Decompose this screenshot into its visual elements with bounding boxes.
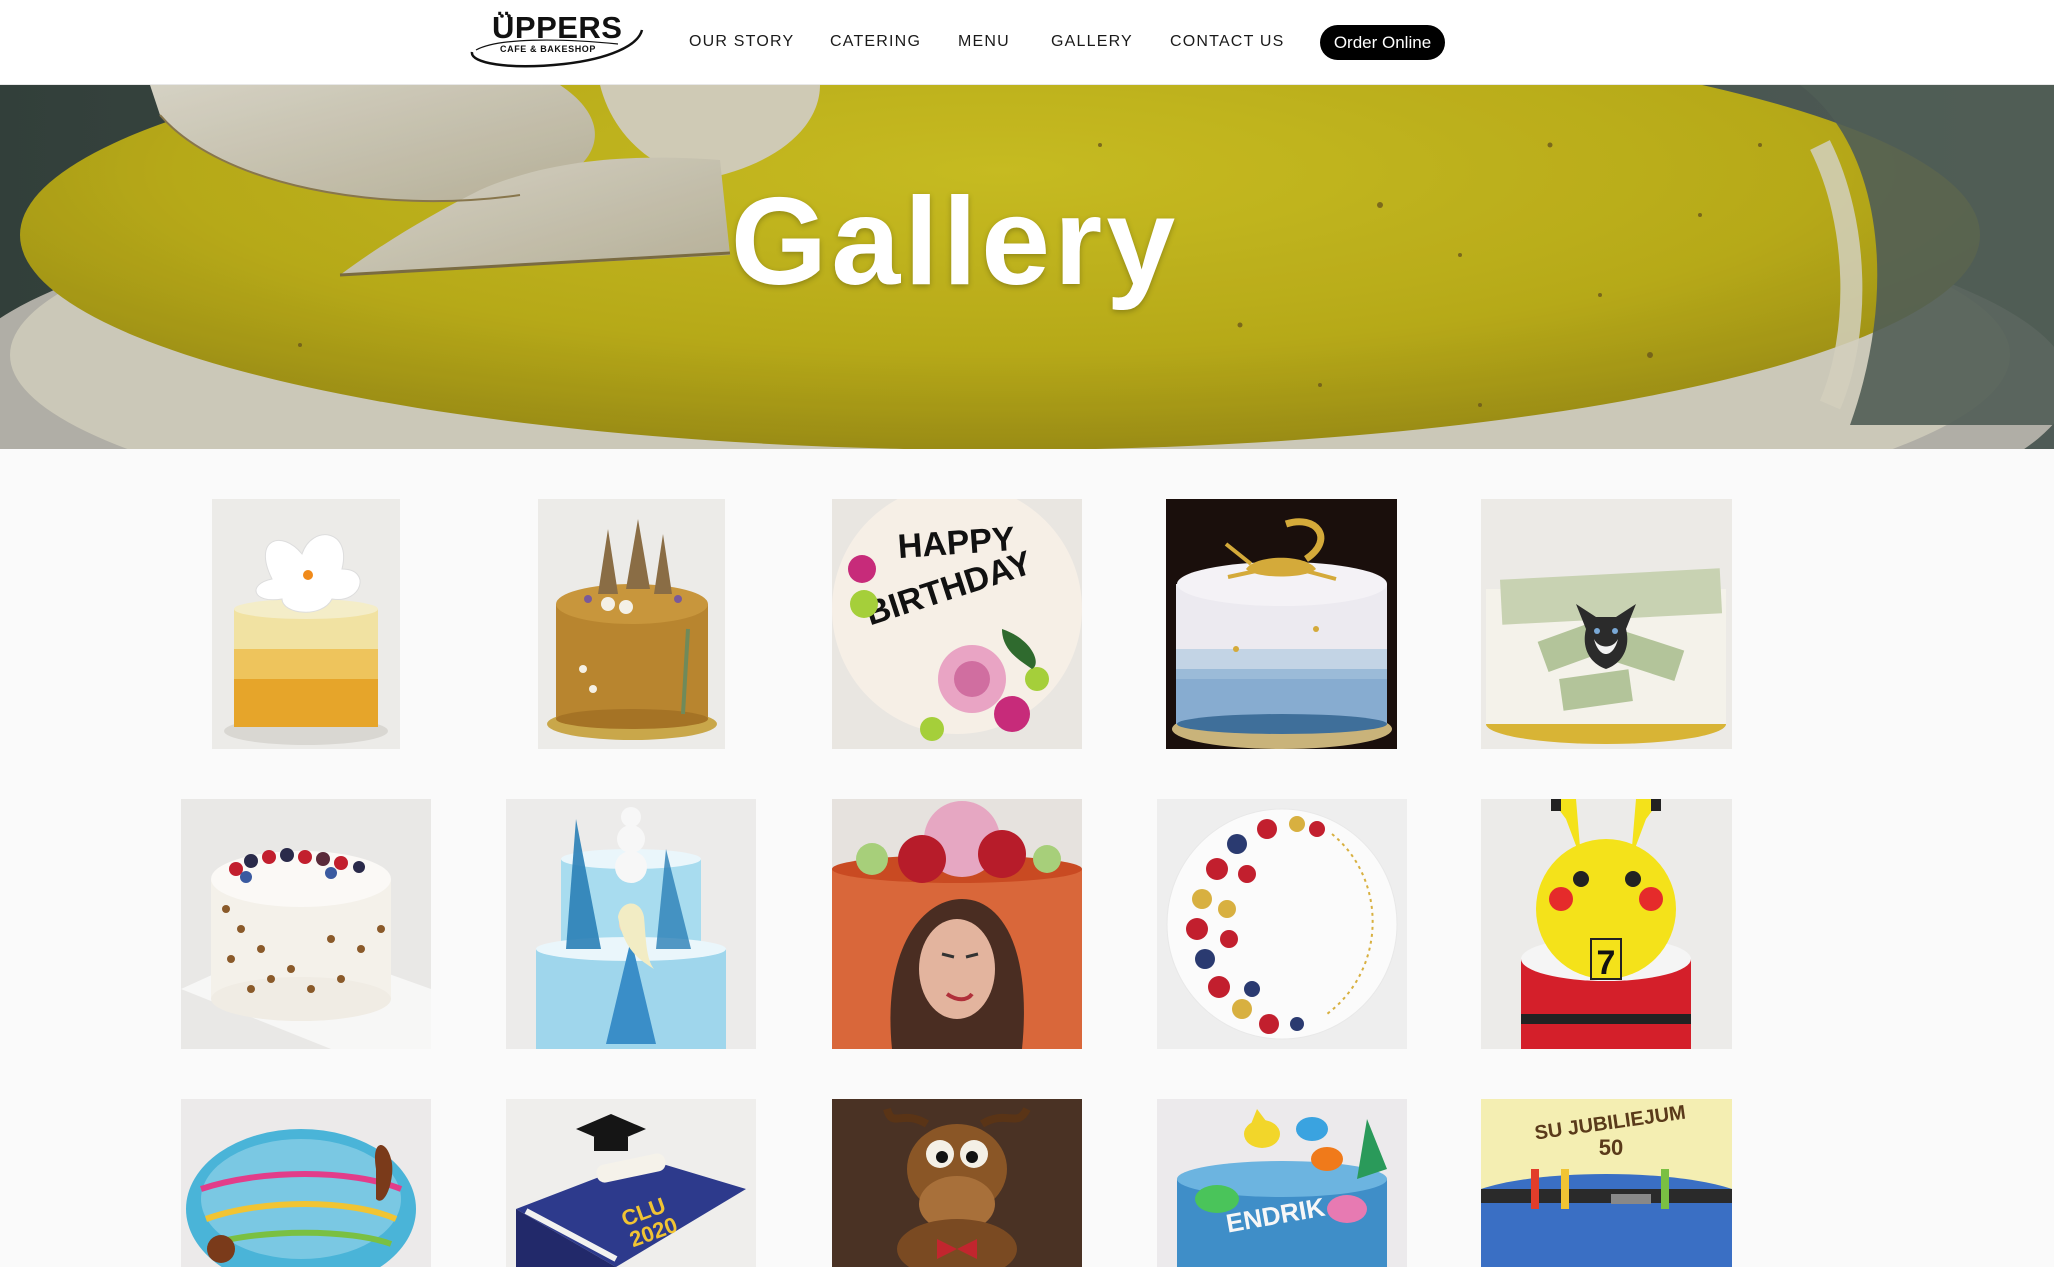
logo-wordmark: ÜPPERS [492, 10, 623, 45]
gallery-item-berry-coconut-cake[interactable] [181, 799, 431, 1049]
site-header: ÜPPERS CAFE & BAKESHOP OUR STORY CATERIN… [0, 0, 2054, 85]
happy-birthday-floral-cake-image: HAPPY BIRTHDAY [832, 499, 1082, 749]
gallery-item-baby-shark-cake[interactable]: ENDRIK [1157, 1099, 1407, 1267]
nav-menu[interactable]: MENU [958, 33, 1010, 51]
honey-cake-pine-trees-image [538, 499, 725, 749]
gold-scorpion-cake-image [1166, 499, 1397, 749]
gallery-item-pikachu-cake[interactable]: 7 [1481, 799, 1732, 1049]
order-online-button[interactable]: Order Online [1320, 25, 1445, 60]
berry-crescent-cake-image [1157, 799, 1407, 1049]
gallery-item-scorpion-cake[interactable] [1166, 499, 1397, 749]
gallery-item-berry-crescent-cake[interactable] [1157, 799, 1407, 1049]
nav-catering[interactable]: CATERING [830, 33, 921, 51]
baby-shark-cake-image: ENDRIK [1157, 1099, 1407, 1267]
svg-text:50: 50 [1599, 1135, 1623, 1160]
logo-tagline: CAFE & BAKESHOP [500, 44, 597, 54]
gallery-item-honey-cake[interactable] [538, 499, 725, 749]
money-husky-cake-image [1481, 499, 1732, 749]
svg-text:7: 7 [1597, 944, 1616, 982]
photo-floral-portrait-cake-image [832, 799, 1082, 1049]
pikachu-pokeball-cake-image: 7 [1481, 799, 1732, 1049]
gallery-item-graduation-cake[interactable]: CLU 2020 [506, 1099, 756, 1267]
uppers-logo[interactable]: ÜPPERS CAFE & BAKESHOP [468, 8, 644, 70]
hero-title: Gallery [730, 173, 1180, 311]
easter-egg-cake-image [181, 1099, 431, 1267]
white-flower-yellow-cake-image [212, 499, 400, 749]
gallery-item-easter-cake[interactable] [181, 1099, 431, 1267]
reindeer-cake-image [832, 1099, 1082, 1267]
nav-gallery[interactable]: GALLERY [1051, 33, 1133, 51]
berry-coconut-cake-image [181, 799, 431, 1049]
nav-contact-us[interactable]: CONTACT US [1170, 33, 1285, 51]
gallery-item-white-flower-cake[interactable] [212, 499, 400, 749]
gallery-item-reindeer-cake[interactable] [832, 1099, 1082, 1267]
gallery-item-money-husky-cake[interactable] [1481, 499, 1732, 749]
frozen-elsa-olaf-cake-image [506, 799, 756, 1049]
gallery-grid: HAPPY BIRTHDAY 7 CLU 2020 ENDRIK SU JUBI… [0, 449, 2054, 1267]
graduation-book-cake-image: CLU 2020 [506, 1099, 756, 1267]
gallery-item-jeans-jubilee-cake[interactable]: SU JUBILIEJUM 50 [1481, 1099, 1732, 1267]
hero-banner: Gallery [0, 85, 2054, 449]
jeans-50th-jubilee-cake-image: SU JUBILIEJUM 50 [1481, 1099, 1732, 1267]
gallery-item-portrait-cake[interactable] [832, 799, 1082, 1049]
gallery-item-frozen-cake[interactable] [506, 799, 756, 1049]
nav-our-story[interactable]: OUR STORY [689, 33, 794, 51]
gallery-item-happy-birthday-cake[interactable]: HAPPY BIRTHDAY [832, 499, 1082, 749]
